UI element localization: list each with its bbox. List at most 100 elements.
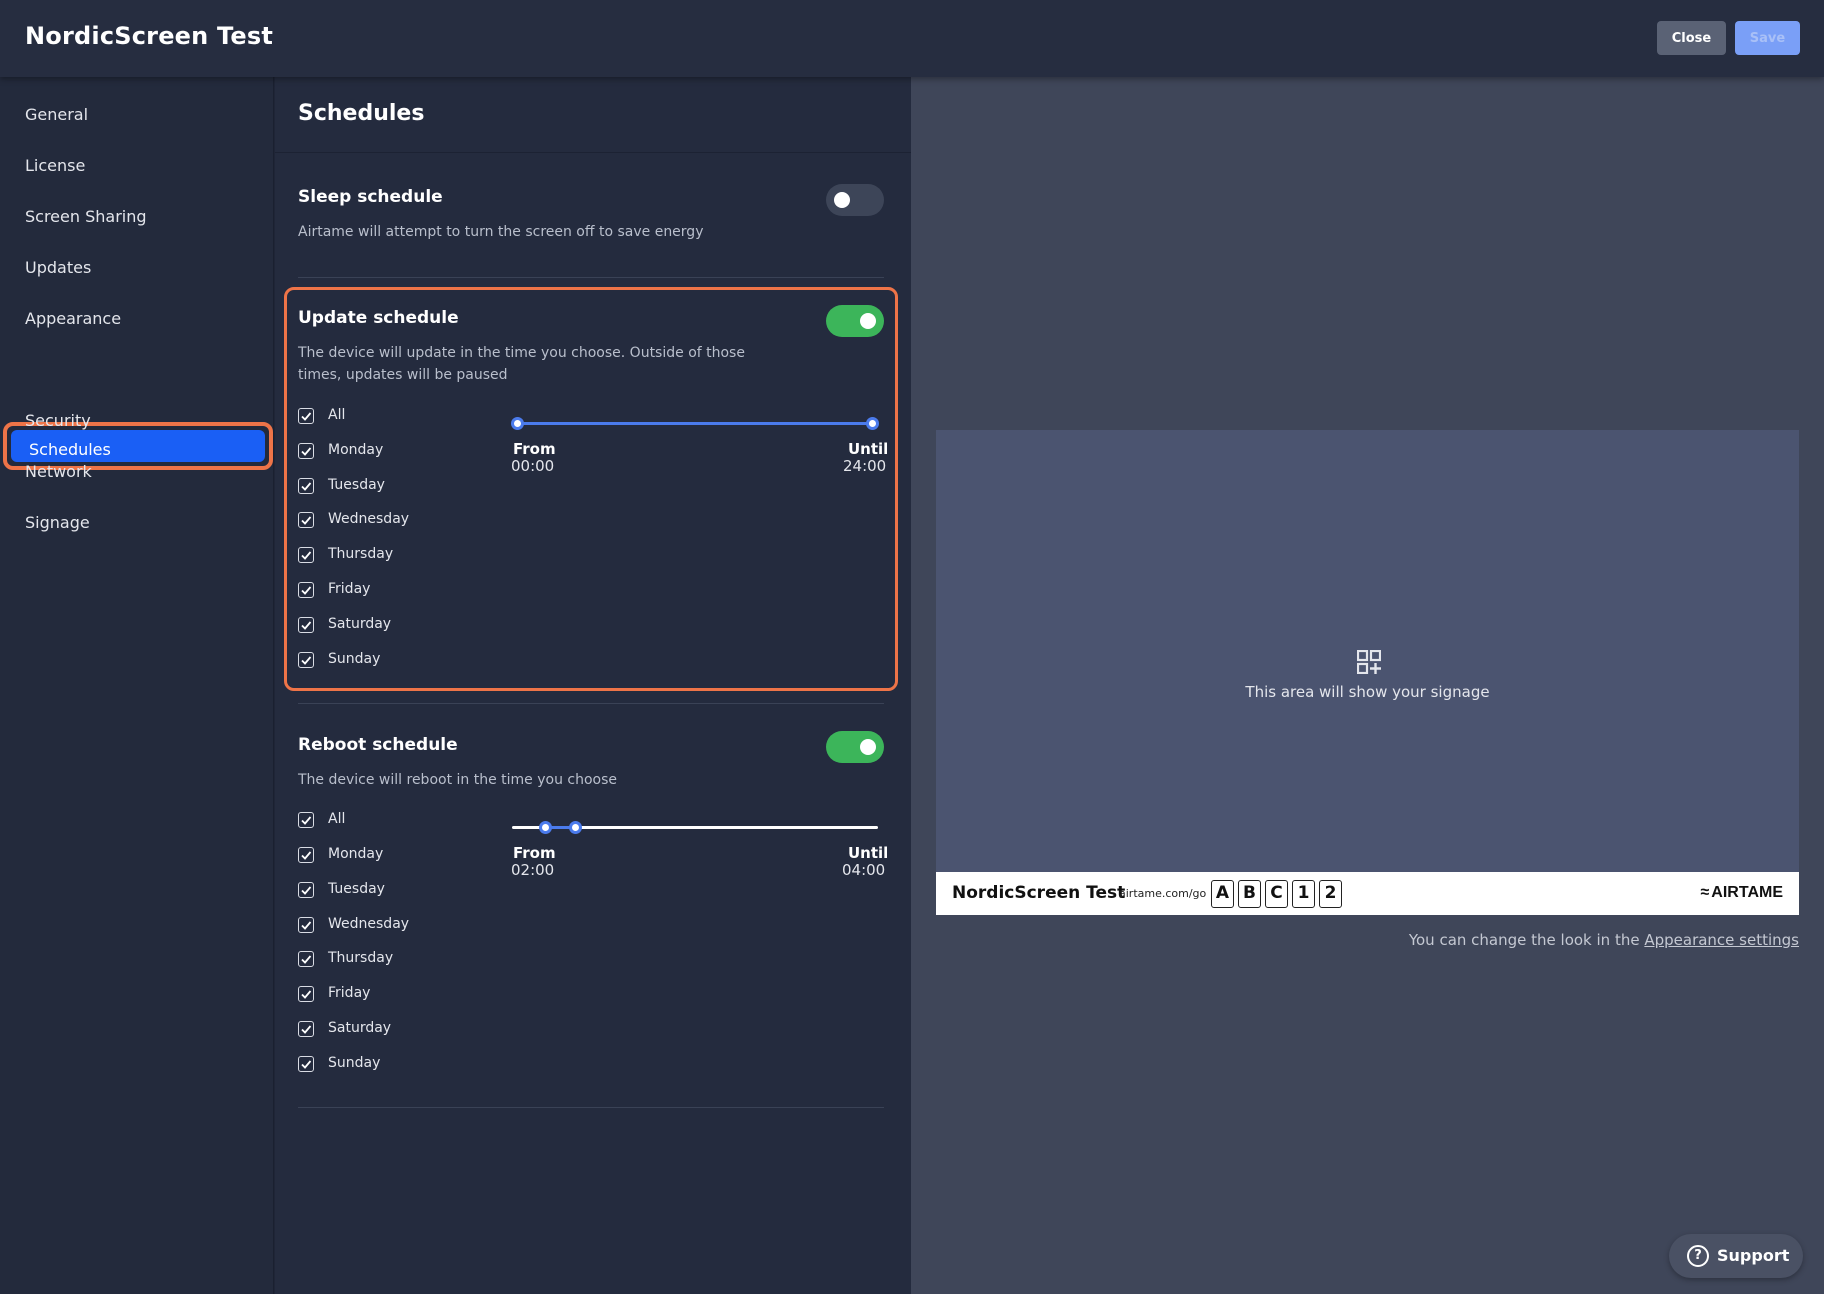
- appearance-note-text: You can change the look in the: [1408, 931, 1640, 949]
- slider-from-handle[interactable]: [539, 821, 552, 834]
- close-button[interactable]: Close: [1657, 21, 1726, 55]
- reboot-schedule-description: The device will reboot in the time you c…: [298, 772, 618, 788]
- day-label: All: [328, 407, 346, 423]
- checkbox-checked[interactable]: [298, 812, 314, 828]
- airtame-logo: ≈ AIRTAME: [1701, 884, 1783, 902]
- day-label: Wednesday: [328, 916, 410, 932]
- slider-from-handle[interactable]: [511, 417, 524, 430]
- checkbox-checked[interactable]: [298, 478, 314, 494]
- code-char: A: [1211, 880, 1234, 908]
- day-label: Friday: [328, 985, 371, 1001]
- checkbox-checked[interactable]: [298, 617, 314, 633]
- help-icon: ?: [1687, 1245, 1709, 1267]
- day-label: Tuesday: [328, 477, 385, 493]
- code-char: 1: [1292, 880, 1315, 908]
- divider: [298, 277, 884, 278]
- brand-name: AIRTAME: [1711, 884, 1783, 901]
- day-label: Sunday: [328, 1055, 381, 1071]
- update-time-slider[interactable]: [511, 413, 879, 433]
- checkbox-checked[interactable]: [298, 408, 314, 424]
- reboot-schedule-title: Reboot schedule: [298, 735, 458, 755]
- sidebar-item-screen-sharing[interactable]: Screen Sharing: [25, 207, 147, 226]
- sidebar-item-network[interactable]: Network: [25, 462, 92, 481]
- update-until-label: Until: [848, 440, 889, 458]
- checkbox-checked[interactable]: [298, 882, 314, 898]
- appearance-note: You can change the look in the Appearanc…: [1409, 931, 1799, 949]
- day-label: Sunday: [328, 651, 381, 667]
- day-label: Saturday: [328, 1020, 392, 1036]
- sleep-schedule-toggle[interactable]: [826, 184, 884, 216]
- toggle-knob: [860, 739, 876, 755]
- sidebar-item-license[interactable]: License: [25, 156, 85, 175]
- sidebar: General License Screen Sharing Updates A…: [0, 77, 274, 1294]
- day-label: Monday: [328, 846, 384, 862]
- checkbox-checked[interactable]: [298, 582, 314, 598]
- settings-panel: Schedules Sleep schedule Airtame will at…: [275, 77, 911, 1294]
- divider: [298, 703, 884, 704]
- reboot-time-slider[interactable]: [512, 817, 878, 837]
- checkbox-checked[interactable]: [298, 847, 314, 863]
- sidebar-item-schedules-highlight: Schedules: [11, 430, 265, 462]
- sidebar-item-signage[interactable]: Signage: [25, 513, 90, 532]
- signage-preview: This area will show your signage: [936, 430, 1799, 872]
- signage-info-bar: NordicScreen Test airtame.com/go A B C 1…: [936, 872, 1799, 915]
- update-from-value: 00:00: [511, 457, 555, 475]
- toggle-knob: [834, 192, 850, 208]
- checkbox-checked[interactable]: [298, 443, 314, 459]
- slider-until-handle[interactable]: [866, 417, 879, 430]
- reboot-until-value: 04:00: [842, 861, 886, 879]
- support-button[interactable]: ? Support: [1669, 1234, 1803, 1278]
- support-label: Support: [1717, 1246, 1790, 1265]
- divider: [298, 1107, 884, 1108]
- app-title: NordicScreen Test: [25, 22, 274, 50]
- sleep-schedule-description: Airtame will attempt to turn the screen …: [298, 224, 704, 240]
- checkbox-checked[interactable]: [298, 512, 314, 528]
- signage-placeholder-text: This area will show your signage: [1245, 683, 1490, 701]
- day-label: Thursday: [328, 950, 394, 966]
- update-from-label: From: [513, 440, 556, 458]
- save-button[interactable]: Save: [1735, 21, 1800, 55]
- checkbox-checked[interactable]: [298, 547, 314, 563]
- sidebar-item-general[interactable]: General: [25, 105, 88, 124]
- day-label: All: [328, 811, 346, 827]
- sidebar-item-updates[interactable]: Updates: [25, 258, 91, 277]
- day-label: Tuesday: [328, 881, 385, 897]
- checkbox-checked[interactable]: [298, 917, 314, 933]
- checkbox-checked[interactable]: [298, 652, 314, 668]
- app-header: NordicScreen Test Close Save: [0, 0, 1824, 77]
- slider-until-handle[interactable]: [569, 821, 582, 834]
- sidebar-item-security[interactable]: Security: [25, 411, 91, 430]
- appearance-settings-link[interactable]: Appearance settings: [1644, 931, 1799, 949]
- sleep-schedule-title: Sleep schedule: [298, 187, 443, 207]
- reboot-until-label: Until: [848, 844, 889, 862]
- checkbox-checked[interactable]: [298, 951, 314, 967]
- section-header: Schedules: [275, 77, 911, 153]
- day-label: Saturday: [328, 616, 392, 632]
- code-char: C: [1265, 880, 1288, 908]
- sidebar-item-schedules-label: Schedules: [29, 440, 111, 459]
- checkbox-checked[interactable]: [298, 986, 314, 1002]
- checkbox-checked[interactable]: [298, 1021, 314, 1037]
- airtame-wave-icon: ≈: [1700, 884, 1710, 901]
- page-title: Schedules: [298, 101, 425, 126]
- code-char: 2: [1319, 880, 1342, 908]
- day-label: Thursday: [328, 546, 394, 562]
- day-label: Monday: [328, 442, 384, 458]
- day-label: Wednesday: [328, 511, 410, 527]
- update-schedule-toggle[interactable]: [826, 305, 884, 337]
- signage-preview-panel: This area will show your signage NordicS…: [911, 77, 1824, 1294]
- qr-add-icon: [1357, 650, 1381, 674]
- device-name: NordicScreen Test: [952, 883, 1126, 903]
- reboot-from-value: 02:00: [511, 861, 555, 879]
- reboot-from-label: From: [513, 844, 556, 862]
- update-until-value: 24:00: [843, 457, 887, 475]
- connect-url: airtame.com/go: [1119, 887, 1207, 900]
- slider-range-fill: [518, 422, 872, 425]
- checkbox-checked[interactable]: [298, 1056, 314, 1072]
- update-schedule-title: Update schedule: [298, 308, 459, 328]
- reboot-schedule-toggle[interactable]: [826, 731, 884, 763]
- code-char: B: [1238, 880, 1261, 908]
- toggle-knob: [860, 313, 876, 329]
- sidebar-item-appearance[interactable]: Appearance: [25, 309, 121, 328]
- update-schedule-description: The device will update in the time you c…: [298, 345, 745, 383]
